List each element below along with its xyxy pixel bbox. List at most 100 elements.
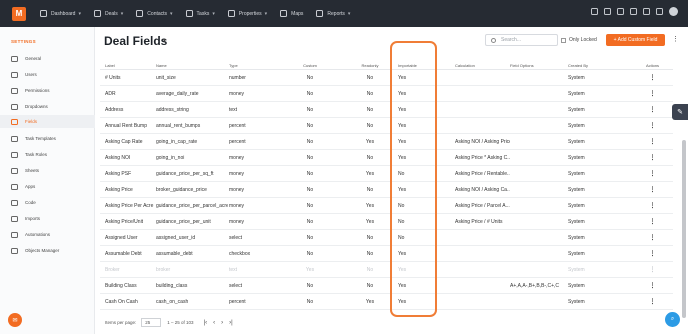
template-icon <box>11 135 18 142</box>
calendar-icon[interactable] <box>617 8 624 15</box>
cell-calculation <box>455 230 510 245</box>
row-actions-icon[interactable]: ⋮ <box>640 150 665 165</box>
search-input[interactable]: Search... <box>485 34 558 46</box>
search-icon: ⌕ <box>670 316 675 322</box>
nav-maps[interactable]: Maps <box>280 10 303 17</box>
row-actions-icon[interactable]: ⋮ <box>640 134 665 149</box>
sidebar-item-task-templates[interactable]: Task Templates <box>0 132 95 145</box>
table-row[interactable]: Asking Price/Unit guidance_price_per_unit… <box>100 214 673 230</box>
table-row[interactable]: Asking Cap Rate going_in_cap_rate percent N… <box>100 134 673 150</box>
col-field-options[interactable]: Field Options <box>510 60 565 70</box>
sidebar-item-fields[interactable]: Fields <box>0 115 95 128</box>
next-page-icon[interactable]: › <box>221 320 223 326</box>
checkbox[interactable] <box>561 37 566 43</box>
last-page-icon[interactable]: ›| <box>229 320 233 326</box>
col-created-by[interactable]: Created By <box>568 60 618 70</box>
cell-created-by: System <box>568 234 585 241</box>
sidebar-item-users[interactable]: Users <box>0 68 95 81</box>
help-search-button[interactable]: ⌕ <box>665 312 680 327</box>
row-actions-icon[interactable]: ⋮ <box>640 294 665 309</box>
sidebar-item-imports[interactable]: Imports <box>0 212 95 225</box>
only-locked-toggle[interactable]: Only Locked <box>561 37 597 43</box>
row-actions-icon[interactable]: ⋮ <box>640 182 665 197</box>
sidebar-item-automations[interactable]: Automations <box>0 228 95 241</box>
cell-calculation <box>455 278 510 293</box>
sidebar-item-permissions[interactable]: Permissions <box>0 84 95 97</box>
nav-dashboard[interactable]: Dashboard ▾ <box>40 10 81 17</box>
row-actions-icon[interactable]: ⋮ <box>640 278 665 293</box>
row-actions-icon[interactable]: ⋮ <box>640 70 665 85</box>
row-actions-icon[interactable]: ⋮ <box>640 230 665 245</box>
chevron-down-icon: ▾ <box>264 10 268 17</box>
nav-reports[interactable]: Reports ▾ <box>316 10 350 17</box>
more-options-icon[interactable]: ⋮ <box>672 35 679 43</box>
nav-deals[interactable]: Deals ▾ <box>93 10 123 17</box>
table-row[interactable]: ADR average_daily_rate money No No Yes System ⋮ <box>100 86 673 102</box>
folder-icon[interactable] <box>604 8 611 15</box>
side-panel-tab[interactable]: ✎ <box>672 104 688 120</box>
cell-name: going_in_noi <box>156 154 185 161</box>
table-row[interactable]: # Units unit_size number No No Yes System ⋮ <box>100 70 673 86</box>
sidebar-item-label: Objects Manager <box>25 248 60 253</box>
row-actions-icon[interactable]: ⋮ <box>640 102 665 117</box>
chat-button[interactable]: ✉ <box>8 313 22 327</box>
first-page-icon[interactable]: |‹ <box>204 320 208 326</box>
row-actions-icon[interactable]: ⋮ <box>640 214 665 229</box>
col-type[interactable]: Type <box>229 60 299 70</box>
row-actions-icon[interactable]: ⋮ <box>640 118 665 133</box>
items-per-page-value: 25 <box>145 320 151 325</box>
table-row[interactable]: Assigned User assigned_user_id select No No N… <box>100 230 673 246</box>
sidebar-item-task-roles[interactable]: Task Roles <box>0 148 95 161</box>
table-row[interactable]: Annual Rent Bump annual_rent_bumps percent… <box>100 118 673 134</box>
apps-icon <box>11 183 18 190</box>
scrollbar[interactable] <box>682 140 686 318</box>
sidebar-item-dropdowns[interactable]: Dropdowns <box>0 100 95 113</box>
prev-page-icon[interactable]: ‹ <box>213 320 215 326</box>
nav-contacts[interactable]: Contacts ▾ <box>136 10 173 17</box>
table-row[interactable]: Address address_string text No No Yes System ⋮ <box>100 102 673 118</box>
row-actions-icon[interactable]: ⋮ <box>640 86 665 101</box>
nav-properties[interactable]: Properties ▾ <box>227 10 268 17</box>
table-row[interactable]: Building Class building_class select No No Ye… <box>100 278 673 294</box>
col-name[interactable]: Name <box>156 60 228 70</box>
cell-type: percent <box>229 122 246 129</box>
table-row[interactable]: Asking NOI going_in_noi money No No Yes Asking… <box>100 150 673 166</box>
items-per-page-select[interactable]: 25 <box>141 318 162 327</box>
search-icon[interactable] <box>591 8 598 15</box>
chevron-down-icon[interactable]: ▾ <box>163 37 166 44</box>
col-calculation[interactable]: Calculation <box>455 60 510 70</box>
table-row[interactable]: Broker broker text Yes No Yes System ⋮ <box>100 262 673 278</box>
cell-field-options <box>510 150 565 165</box>
import-icon <box>11 215 18 222</box>
avatar[interactable] <box>669 7 678 16</box>
sidebar-item-general[interactable]: General <box>0 52 95 65</box>
col-label[interactable]: Label <box>105 60 155 70</box>
table-row[interactable]: Asking PSF guidance_price_per_sq_ft money N… <box>100 166 673 182</box>
gear-icon[interactable] <box>656 8 663 15</box>
sidebar-item-code[interactable]: Code <box>0 196 95 209</box>
col-custom[interactable]: Custom <box>290 60 330 70</box>
cell-type: checkbox <box>229 250 251 257</box>
sidebar-item-apps[interactable]: Apps <box>0 180 95 193</box>
row-actions-icon[interactable]: ⋮ <box>640 166 665 181</box>
hourglass-icon[interactable] <box>630 8 637 15</box>
sidebar-item-sheets[interactable]: Sheets <box>0 164 95 177</box>
cell-name: building_class <box>156 282 188 289</box>
tasks-icon <box>185 10 193 17</box>
objects-icon <box>11 247 18 254</box>
table-row[interactable]: Asking Price broker_guidance_price money No… <box>100 182 673 198</box>
row-actions-icon[interactable]: ⋮ <box>640 262 665 277</box>
add-custom-field-button[interactable]: + Add Custom Field <box>606 34 665 46</box>
table-row[interactable]: Cash On Cash cash_on_cash percent No Yes Yes S… <box>100 294 673 310</box>
cell-type: text <box>229 106 238 113</box>
col-readonly[interactable]: Readonly <box>350 60 390 70</box>
nav-tasks[interactable]: Tasks ▾ <box>185 10 215 17</box>
row-actions-icon[interactable]: ⋮ <box>640 246 665 261</box>
table-row[interactable]: Assumable Debt assumable_debt checkbox No No… <box>100 246 673 262</box>
row-actions-icon[interactable]: ⋮ <box>640 198 665 213</box>
app-logo[interactable]: M <box>12 6 26 21</box>
cell-calculation <box>455 102 510 117</box>
help-icon[interactable] <box>643 8 650 15</box>
sidebar-item-objects-manager[interactable]: Objects Manager <box>0 244 95 257</box>
table-row[interactable]: Asking Price Per Acre guidance_price_per_… <box>100 198 673 214</box>
